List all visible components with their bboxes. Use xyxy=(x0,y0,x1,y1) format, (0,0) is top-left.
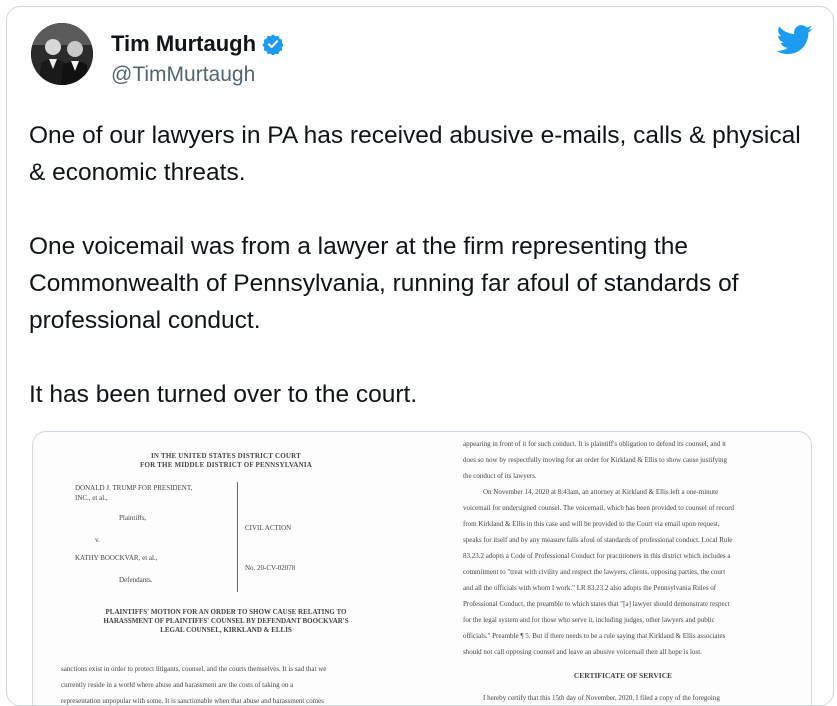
body-line: voicemail for undersigned counsel. The v… xyxy=(463,504,735,512)
body-line: sanctions exist in order to protect liti… xyxy=(61,665,327,673)
motion-title: PLAINTIFFS' MOTION FOR AN ORDER TO SHOW … xyxy=(61,608,391,635)
body-line: and all the officials with whom I work."… xyxy=(463,584,717,592)
author-name[interactable]: Tim Murtaugh xyxy=(111,31,256,57)
civil-action-label: CIVIL ACTION xyxy=(245,524,292,532)
defendant-name: KATHY BOOCKVAR, et al., xyxy=(75,554,158,562)
court-name: IN THE UNITED STATES DISTRICT COURT xyxy=(151,452,301,460)
case-number: No. 20-CV-02078 xyxy=(245,564,296,572)
body-line: should not call opposing counsel and lea… xyxy=(463,648,702,656)
left-body-text: sanctions exist in order to protect liti… xyxy=(61,661,391,705)
body-line: from Kirkland & Ellis in this case and w… xyxy=(463,520,720,528)
tweet-paragraph: One of our lawyers in PA has received ab… xyxy=(29,122,801,186)
court-header: IN THE UNITED STATES DISTRICT COURT FOR … xyxy=(61,452,391,470)
avatar[interactable] xyxy=(31,23,93,85)
tweet-paragraph: One voicemail was from a lawyer at the f… xyxy=(29,233,739,334)
plaintiffs-label: Plaintiffs, xyxy=(119,514,147,522)
body-line: appearing in front of it for such conduc… xyxy=(463,440,726,448)
defendants-label: Defendants. xyxy=(119,576,153,584)
plaintiff-etal: INC., et al., xyxy=(75,494,108,502)
body-line: commitment to "treat with civility and r… xyxy=(463,568,726,576)
versus-label: v. xyxy=(95,536,100,544)
body-line: does so now by respectfully moving for a… xyxy=(463,456,728,464)
author-handle[interactable]: @TimMurtaugh xyxy=(111,63,255,87)
body-line: 83.23.2 adopts a Code of Professional Co… xyxy=(463,552,731,560)
body-line: On November 14, 2020 at 8:43am, an attor… xyxy=(483,488,719,496)
twitter-bird-icon[interactable] xyxy=(776,25,813,60)
body-line: representation unpopular with some. It i… xyxy=(61,697,325,705)
body-line: officials." Preamble ¶ 5. But if there n… xyxy=(463,632,726,640)
court-district: FOR THE MIDDLE DISTRICT OF PENNSYLVANIA xyxy=(139,461,312,469)
tweet-card: Tim Murtaugh @TimMurtaugh One of our law… xyxy=(6,6,834,706)
body-line: Professional Conduct, the preamble to wh… xyxy=(463,600,730,608)
body-line: currently reside in a world where abuse … xyxy=(61,681,294,689)
case-caption: DONALD J. TRUMP FOR PRESIDENT, INC., et … xyxy=(61,482,391,592)
tweet-text: One of our lawyers in PA has received ab… xyxy=(29,117,809,413)
tweet-paragraph: It has been turned over to the court. xyxy=(29,381,418,408)
body-line: speaks for itself and by any measure fal… xyxy=(463,536,733,544)
document-page-right: appearing in front of it for such conduc… xyxy=(463,436,783,705)
verified-badge-icon xyxy=(262,33,284,55)
body-line: I hereby certify that this 15th day of N… xyxy=(483,694,720,702)
motion-title-line: LEGAL COUNSEL, KIRKLAND & ELLIS xyxy=(160,626,292,634)
motion-title-line: PLAINTIFFS' MOTION FOR AN ORDER TO SHOW … xyxy=(105,608,347,616)
caption-bracket xyxy=(233,482,238,592)
attached-document-image[interactable]: IN THE UNITED STATES DISTRICT COURT FOR … xyxy=(32,431,812,705)
certificate-heading: CERTIFICATE OF SERVICE xyxy=(573,671,673,680)
author-row: Tim Murtaugh xyxy=(111,31,284,57)
motion-title-line: HARASSMENT OF PLAINTIFFS' COUNSEL BY DEF… xyxy=(103,617,349,625)
body-line: for the legal system and for those who s… xyxy=(463,616,715,624)
document-page-left: IN THE UNITED STATES DISTRICT COURT FOR … xyxy=(61,452,391,705)
body-line: the conduct of its lawyers. xyxy=(463,472,537,480)
